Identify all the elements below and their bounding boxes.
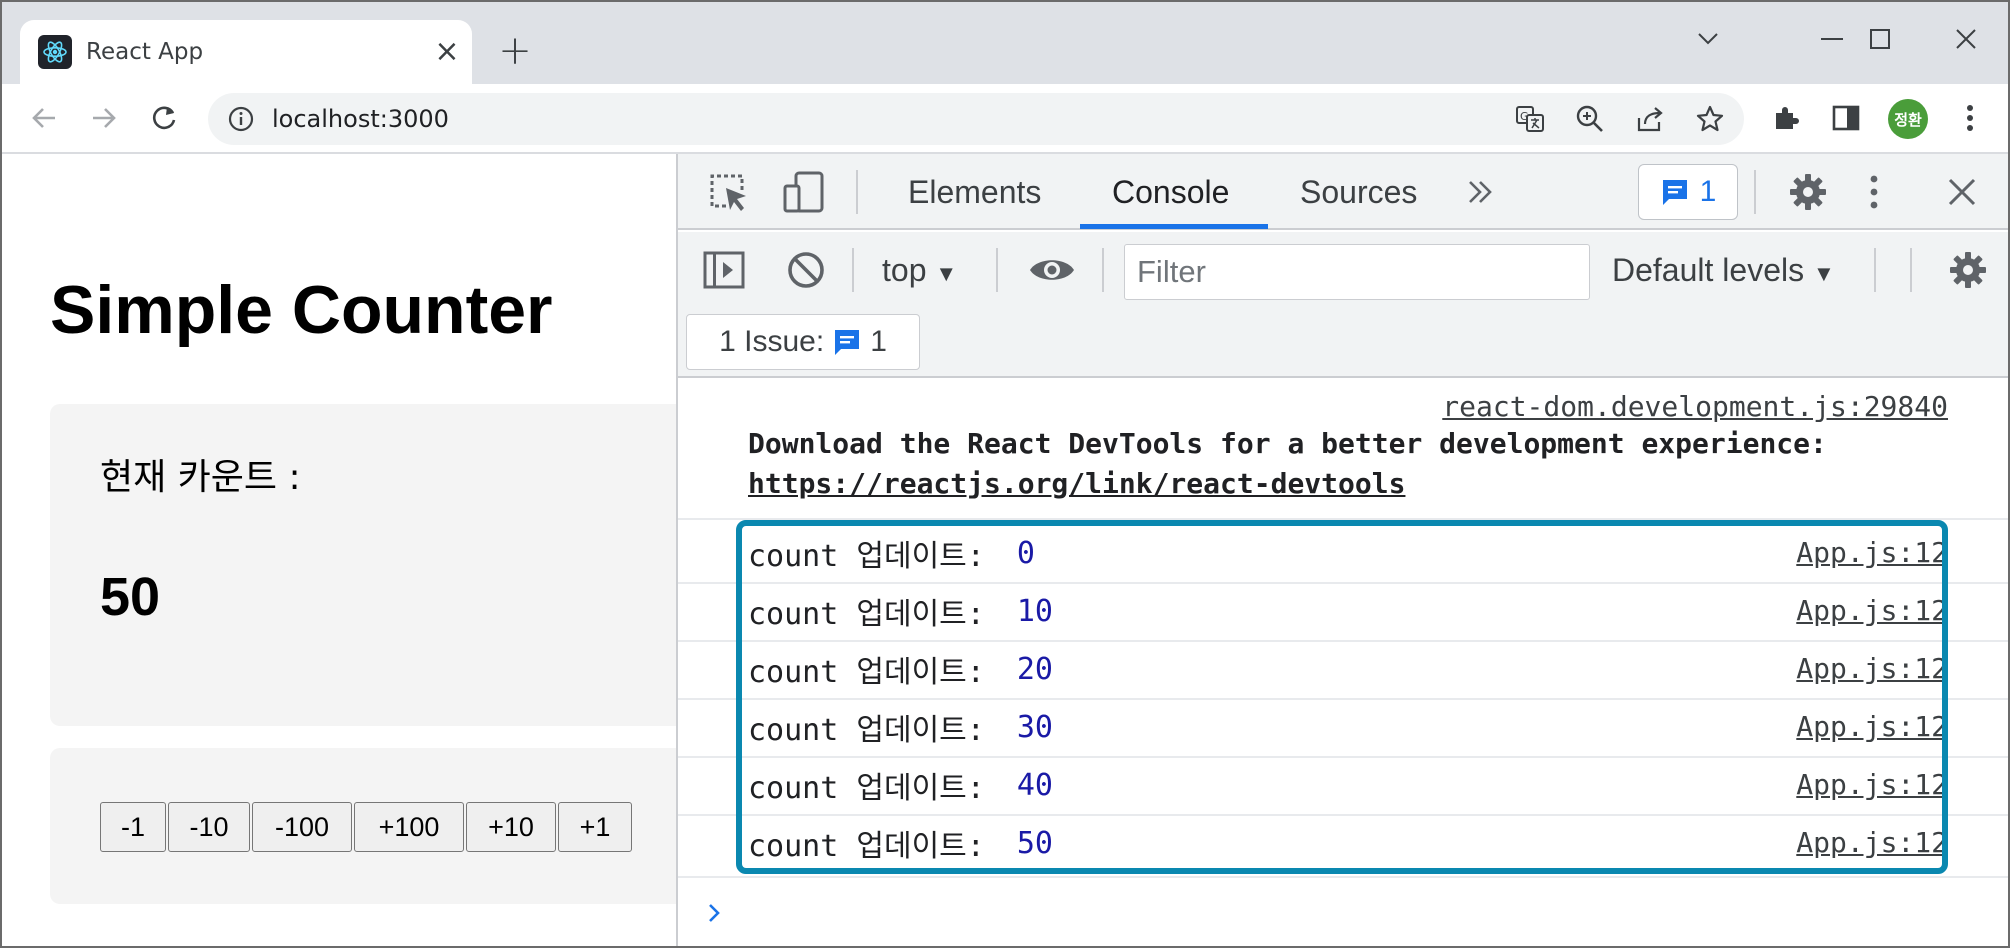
issues-bar: 1 Issue: 1 — [678, 308, 2008, 378]
address-toolbar: localhost:3000 G 정환 — [2, 84, 2008, 154]
url-text: localhost:3000 — [272, 105, 449, 133]
devtools-message-source-link[interactable]: react-dom.development.js:29840 — [1442, 390, 1948, 423]
browser-menu-icon[interactable] — [1948, 96, 1992, 140]
clear-console-icon[interactable] — [778, 242, 834, 298]
omnibox[interactable]: localhost:3000 G — [208, 93, 1744, 145]
toolbar-separator — [996, 248, 998, 292]
react-devtools-link[interactable]: https://reactjs.org/link/react-devtools — [748, 464, 1405, 504]
count-value: 50 — [100, 567, 161, 627]
count-card: 현재 카운트 : 50 — [50, 404, 690, 726]
browser-window: React App × + localhost:3000 G 정환 Simple… — [0, 0, 2010, 948]
console-output: react-dom.development.js:29840 Download … — [678, 380, 2008, 946]
toolbar-separator — [1874, 248, 1876, 292]
issue-message-icon — [835, 330, 860, 355]
tab-search-icon[interactable] — [1678, 14, 1738, 64]
context-selector[interactable]: top ▼ — [882, 232, 957, 308]
device-toolbar-icon[interactable] — [776, 164, 832, 220]
issues-button[interactable]: 1 Issue: 1 — [686, 314, 920, 370]
counter-button-row: -1 -10 -100 +100 +10 +1 — [100, 802, 634, 852]
tab-elements[interactable]: Elements — [908, 154, 1041, 230]
settings-gear-icon[interactable] — [1780, 164, 1836, 220]
levels-dropdown-icon: ▼ — [1812, 261, 1835, 286]
translate-icon[interactable]: G — [1510, 99, 1550, 139]
profile-avatar[interactable]: 정환 — [1888, 99, 1928, 139]
issues-count: 1 — [870, 325, 887, 358]
sidebar-toggle-icon[interactable] — [696, 242, 752, 298]
log-levels-label: Default levels — [1612, 252, 1805, 288]
row-separator — [678, 876, 2008, 878]
filter-placeholder: Filter — [1137, 254, 1206, 289]
tab-title: React App — [86, 39, 204, 65]
devtools-separator — [1754, 170, 1756, 214]
devtools-download-message: Download the React DevTools for a better… — [748, 427, 1827, 460]
console-settings-gear-icon[interactable] — [1940, 242, 1996, 298]
messages-badge[interactable]: 1 — [1638, 164, 1738, 220]
title-bar: React App × + — [2, 2, 2008, 84]
highlight-box — [736, 520, 1948, 874]
context-label: top — [882, 252, 927, 288]
toolbar-separator — [1910, 248, 1912, 292]
close-window-icon[interactable] — [1936, 14, 1996, 64]
tab-console[interactable]: Console — [1112, 154, 1229, 230]
forward-icon[interactable] — [82, 96, 126, 140]
side-panel-icon[interactable] — [1824, 96, 1868, 140]
plus-1-button[interactable]: +1 — [558, 802, 632, 852]
share-icon[interactable] — [1630, 99, 1670, 139]
react-favicon-icon — [38, 35, 72, 69]
console-prompt-icon[interactable] — [700, 898, 730, 928]
zoom-icon[interactable] — [1570, 99, 1610, 139]
devtools-tab-bar: Elements Console Sources 1 — [678, 154, 2008, 230]
close-devtools-icon[interactable] — [1934, 164, 1990, 220]
devtools-panel: Elements Console Sources 1 top ▼ Filter … — [676, 154, 2008, 946]
console-toolbar: top ▼ Filter Default levels ▼ — [678, 232, 2008, 308]
web-page: Simple Counter 현재 카운트 : 50 -1 -10 -100 +… — [2, 156, 690, 946]
plus-10-button[interactable]: +10 — [466, 802, 556, 852]
tab-close-icon[interactable]: × — [430, 32, 464, 72]
message-icon — [1662, 180, 1687, 205]
minus-10-button[interactable]: -10 — [168, 802, 250, 852]
active-tab-indicator — [1080, 224, 1268, 229]
plus-100-button[interactable]: +100 — [354, 802, 464, 852]
filter-input[interactable]: Filter — [1124, 244, 1590, 300]
messages-count: 1 — [1699, 175, 1717, 208]
inspect-element-icon[interactable] — [700, 164, 756, 220]
context-dropdown-icon: ▼ — [935, 261, 958, 286]
new-tab-icon[interactable]: + — [492, 28, 538, 74]
browser-tab[interactable]: React App × — [20, 20, 472, 84]
more-tabs-chevron-icon[interactable] — [1452, 164, 1508, 220]
page-title: Simple Counter — [50, 272, 553, 348]
site-info-icon[interactable] — [228, 106, 254, 132]
back-icon[interactable] — [22, 96, 66, 140]
tab-sources[interactable]: Sources — [1300, 154, 1417, 230]
devtools-menu-icon[interactable] — [1846, 164, 1902, 220]
toolbar-separator — [852, 248, 854, 292]
toolbar-separator — [1102, 248, 1104, 292]
count-label: 현재 카운트 : — [100, 457, 301, 498]
live-expression-eye-icon[interactable] — [1024, 242, 1080, 298]
button-card: -1 -10 -100 +100 +10 +1 — [50, 748, 690, 904]
issues-label: 1 Issue: — [719, 325, 825, 358]
minus-100-button[interactable]: -100 — [252, 802, 352, 852]
extensions-icon[interactable] — [1764, 96, 1808, 140]
minus-1-button[interactable]: -1 — [100, 802, 166, 852]
bookmark-star-icon[interactable] — [1690, 99, 1730, 139]
devtools-separator — [856, 170, 858, 214]
log-levels-dropdown[interactable]: Default levels ▼ — [1612, 232, 1835, 308]
reload-icon[interactable] — [142, 96, 186, 140]
maximize-icon[interactable] — [1850, 14, 1910, 64]
